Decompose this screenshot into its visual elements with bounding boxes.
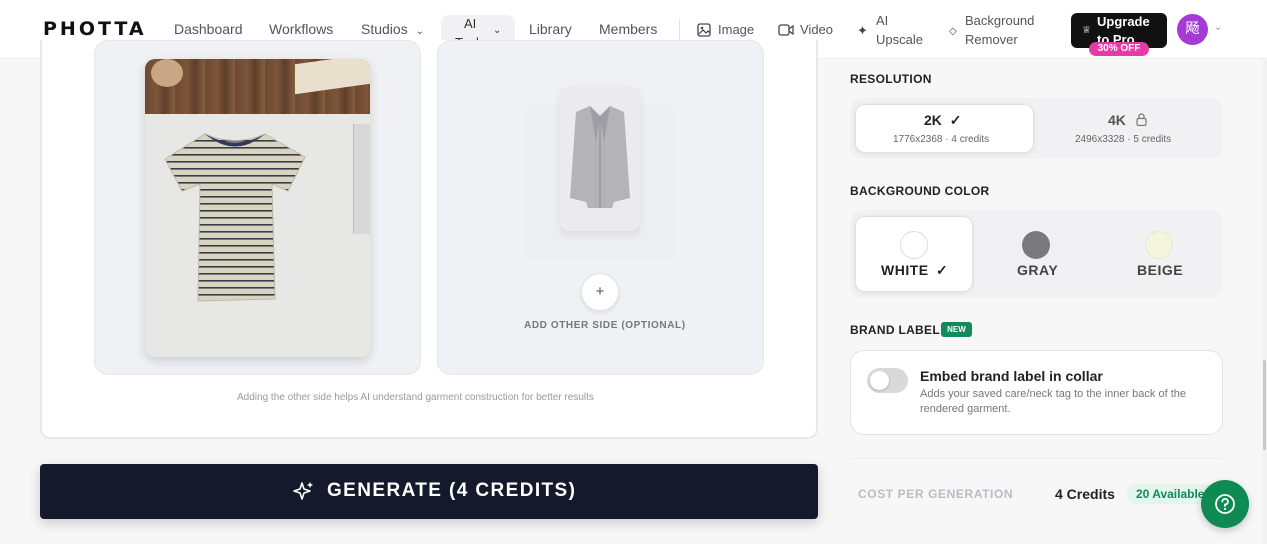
bg-gray-label: GRAY xyxy=(1017,262,1059,278)
resolution-title: RESOLUTION xyxy=(850,72,932,86)
coat-placeholder xyxy=(560,86,640,231)
upgrade-label-1: Upgrade xyxy=(1097,14,1150,29)
discount-badge: 30% OFF xyxy=(1089,42,1149,56)
resolution-4k-detail: 2496x3328 · 5 credits xyxy=(1075,134,1172,145)
tool-upscale-label-2: Upscale xyxy=(876,32,923,47)
tool-upscale-label-1: AI xyxy=(876,13,889,28)
brand-label-heading: Embed brand label in collar xyxy=(920,368,1103,384)
cost-value: 4 Credits xyxy=(1055,486,1115,502)
nav-ai-tools-label-1: AI xyxy=(464,16,477,31)
tool-bg-remover-label-1: Background xyxy=(965,13,1035,28)
question-icon xyxy=(1215,494,1235,514)
help-button[interactable] xyxy=(1201,480,1249,528)
toy-prop xyxy=(151,59,183,87)
check-icon: ✓ xyxy=(936,262,949,278)
check-icon: ✓ xyxy=(949,112,962,128)
generate-button-label: GENERATE (4 CREDITS) xyxy=(327,480,577,501)
beige-swatch xyxy=(1145,231,1173,259)
resolution-2k-label: 2K ✓ xyxy=(924,112,962,129)
bg-white-label: WHITE ✓ xyxy=(881,262,948,279)
brand-label-title: BRAND LABEL xyxy=(850,323,940,337)
nav-studios[interactable]: Studios ⌄ xyxy=(361,21,424,37)
tool-video-label: Video xyxy=(800,22,834,37)
add-other-side-button[interactable]: + xyxy=(581,273,619,311)
chevron-down-icon[interactable]: ⌄ xyxy=(1214,22,1222,33)
nav-dashboard[interactable]: Dashboard xyxy=(174,21,243,37)
chevron-down-icon: ⌄ xyxy=(415,26,424,37)
photta-logo[interactable]: PHOTTA xyxy=(43,18,147,40)
avatar[interactable]: 飏 xyxy=(1177,14,1208,45)
resolution-2k-detail: 1776x2368 · 4 credits xyxy=(893,134,990,145)
nav-studios-label: Studios xyxy=(361,21,408,37)
upload-helper-text: Adding the other side helps AI understan… xyxy=(237,392,594,403)
gray-swatch xyxy=(1022,231,1050,259)
toggle-knob xyxy=(870,371,889,390)
scrollbar-thumb[interactable] xyxy=(1263,360,1266,450)
tool-bg-remover-label-2: Remover xyxy=(965,32,1018,47)
nav-members[interactable]: Members xyxy=(599,21,657,37)
chevron-down-icon: ⌄ xyxy=(493,25,502,36)
resolution-option-4k[interactable] xyxy=(1040,104,1218,153)
crown-icon: ♕ xyxy=(1082,25,1091,36)
nav-workflows[interactable]: Workflows xyxy=(269,21,333,37)
sparkle-wand-icon: ✦ xyxy=(857,23,868,38)
nav-library[interactable]: Library xyxy=(529,21,572,37)
striped-tshirt-image xyxy=(164,133,306,302)
bg-white-text: WHITE xyxy=(881,262,929,278)
garment-front-photo xyxy=(145,59,370,357)
video-icon xyxy=(778,24,794,36)
cost-label: COST PER GENERATION xyxy=(858,487,1014,501)
scrollbar-track[interactable] xyxy=(1262,60,1267,544)
white-swatch xyxy=(900,231,928,259)
sparkles-icon xyxy=(293,482,313,500)
eraser-icon: ◇ xyxy=(949,26,957,37)
bg-beige-label: BEIGE xyxy=(1137,262,1184,278)
background-color-title: BACKGROUND COLOR xyxy=(850,184,990,198)
cost-divider xyxy=(850,458,1223,459)
new-badge: NEW xyxy=(941,322,972,337)
add-other-side-label: ADD OTHER SIDE (OPTIONAL) xyxy=(524,320,686,331)
bottle-prop xyxy=(353,124,370,234)
brand-label-description: Adds your saved care/neck tag to the inn… xyxy=(920,388,1186,415)
tool-image-label: Image xyxy=(718,22,755,37)
resolution-2k-text: 2K xyxy=(924,112,942,128)
resolution-4k-text: 4K xyxy=(1108,112,1126,128)
lock-icon xyxy=(1136,113,1147,126)
coat-icon xyxy=(570,106,630,208)
resolution-4k-label: 4K xyxy=(1108,112,1126,128)
image-icon xyxy=(697,23,711,37)
